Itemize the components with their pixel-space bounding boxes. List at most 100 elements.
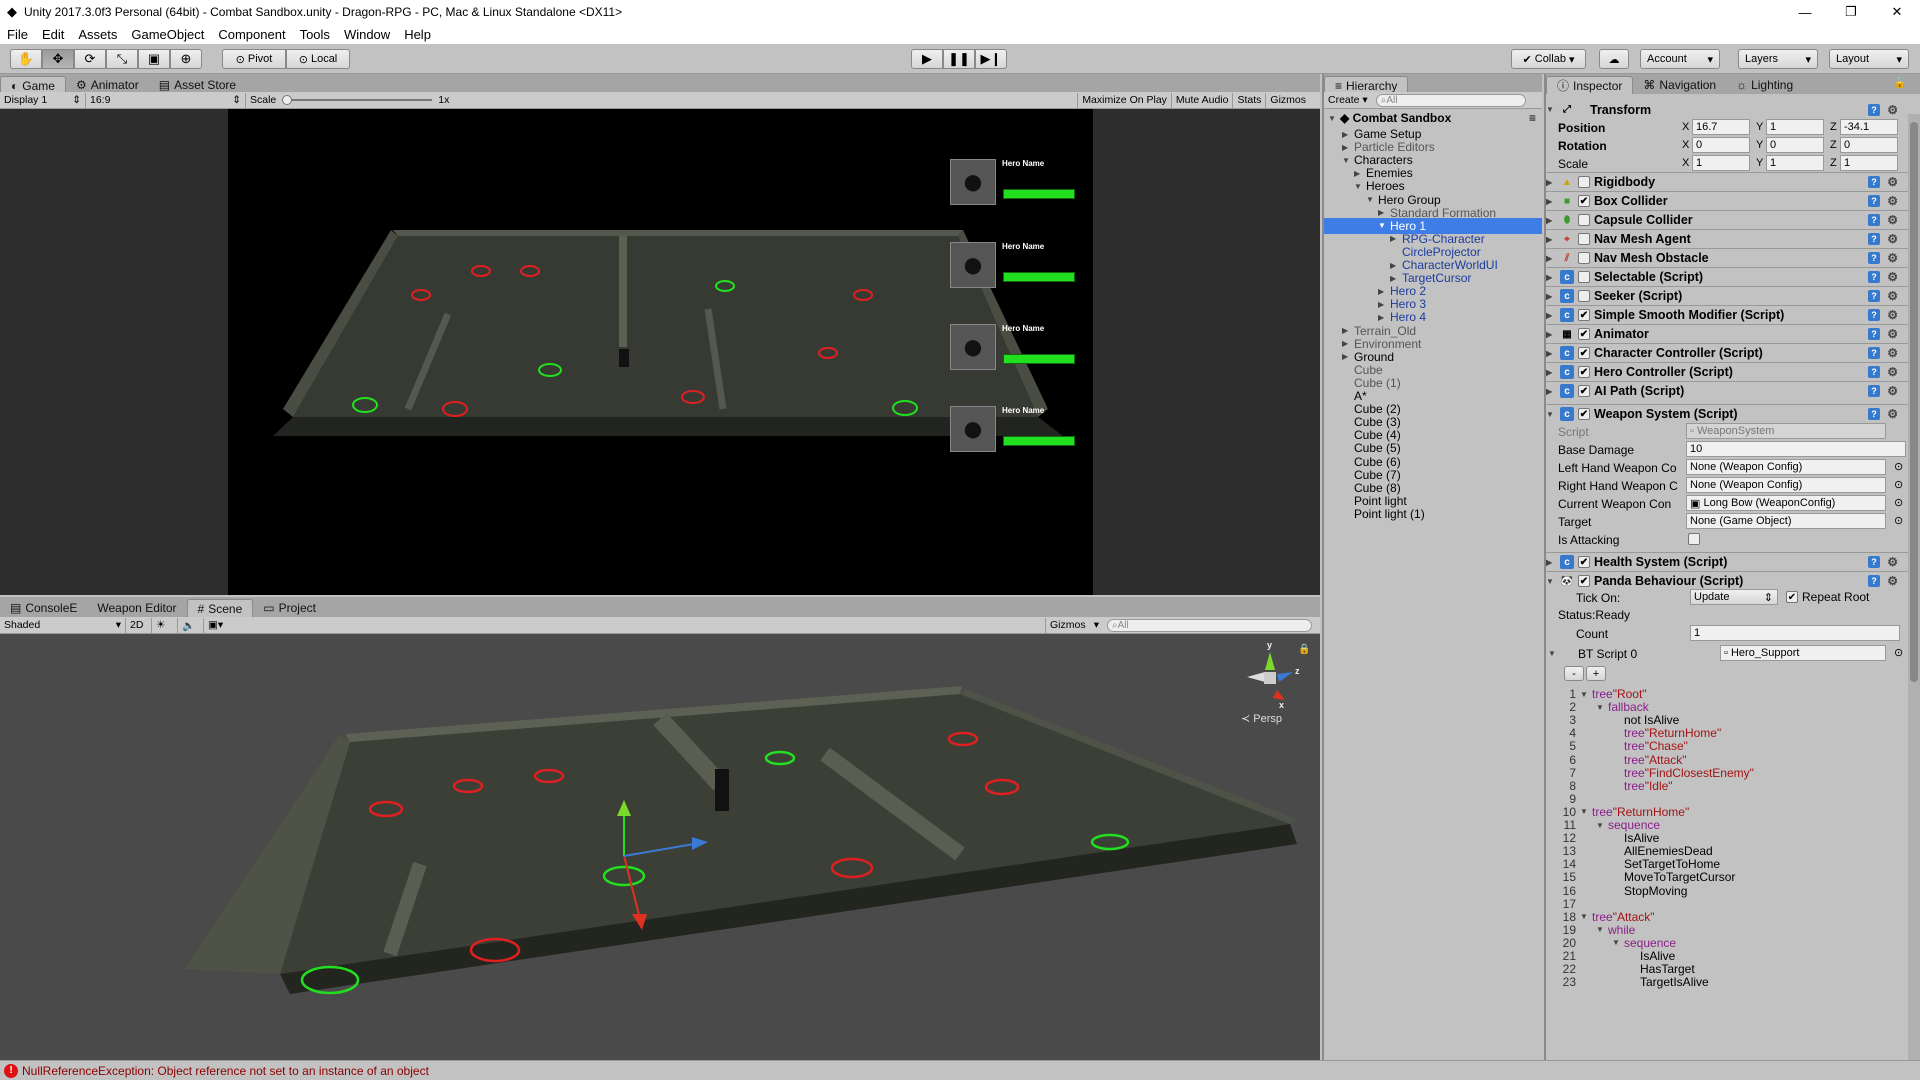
create-dropdown[interactable]: Create ▾ [1324,93,1372,108]
transform-tool-icon[interactable]: ⊕ [170,49,202,69]
expand-arrow-icon[interactable]: ▶ [1378,208,1390,217]
component-enabled-checkbox[interactable]: ✔ [1578,328,1590,340]
expand-arrow-icon[interactable]: ▶ [1546,235,1558,244]
help-icon[interactable]: ? [1868,214,1880,226]
close-button[interactable]: ✕ [1874,0,1920,24]
gear-icon[interactable]: ⚙ [1887,213,1898,227]
gear-icon[interactable]: ⚙ [1887,251,1898,265]
lock-icon[interactable]: 🔒 [1298,644,1310,655]
hero-portrait-card[interactable]: ● Hero Name [950,159,1075,205]
help-icon[interactable]: ? [1868,252,1880,264]
scene-orientation-gizmo[interactable]: y z x ≺ Persp [1235,640,1305,725]
tab-navigation[interactable]: ⌘ Navigation [1633,76,1726,94]
expand-arrow-icon[interactable]: ▶ [1546,349,1558,358]
gear-icon[interactable]: ⚙ [1887,194,1898,208]
rotate-tool-icon[interactable]: ⟳ [74,49,106,69]
inspector-scrollbar[interactable] [1908,114,1920,1060]
tab-project[interactable]: ▭ Project [253,599,326,617]
menu-component[interactable]: Component [211,27,292,42]
mute-audio-button[interactable]: Mute Audio [1170,92,1233,108]
display-dropdown[interactable]: Display 1 ⇕ [0,93,85,108]
gear-icon[interactable]: ⚙ [1887,289,1898,303]
fold-arrow-icon[interactable]: ▼ [1596,703,1608,712]
is-attacking-checkbox[interactable] [1688,533,1700,545]
expand-arrow-icon[interactable]: ▶ [1342,130,1354,139]
aspect-dropdown[interactable]: 16:9 ⇕ [85,92,245,108]
expand-arrow-icon[interactable]: ▶ [1390,234,1402,243]
tab-lighting[interactable]: ☼ Lighting [1726,76,1803,94]
help-icon[interactable]: ? [1868,385,1880,397]
menu-file[interactable]: File [0,27,35,42]
expand-arrow-icon[interactable]: ▼ [1548,649,1560,658]
fold-arrow-icon[interactable]: ▼ [1580,690,1592,699]
component-enabled-checkbox[interactable]: ✔ [1578,385,1590,397]
component-header[interactable]: ▶ ⌖ Nav Mesh Agent? ⚙ [1546,229,1908,248]
help-icon[interactable]: ? [1868,575,1880,587]
component-enabled-checkbox[interactable]: ✔ [1578,556,1590,568]
component-header[interactable]: ▶ ⬮ Capsule Collider? ⚙ [1546,210,1908,229]
slider-thumb[interactable] [282,95,293,105]
expand-arrow-icon[interactable]: ▶ [1546,273,1558,282]
expand-arrow-icon[interactable]: ▶ [1354,169,1366,178]
audio-toggle-icon[interactable]: 🔈 [177,617,203,633]
status-bar[interactable]: ! NullReferenceException: Object referen… [0,1060,1920,1080]
local-button[interactable]: ⊙ Local [286,49,350,69]
component-enabled-checkbox[interactable] [1578,252,1590,264]
weapon-system-header[interactable]: ▼ c ✔ Weapon System (Script) ? ⚙ [1546,404,1908,423]
scene-root[interactable]: ▼ ◆ Combat Sandbox ≡ [1328,110,1542,126]
hierarchy-item[interactable]: Point light (1) [1324,506,1542,522]
component-header[interactable]: ▶ ■ ✔ Box Collider? ⚙ [1546,191,1908,210]
fold-arrow-icon[interactable]: ▼ [1580,912,1592,921]
component-header[interactable]: ▶ c ✔ Character Controller (Script)? ⚙ [1546,343,1908,362]
count-field[interactable]: 1 [1690,625,1900,641]
expand-arrow-icon[interactable]: ▼ [1342,156,1354,165]
layout-dropdown[interactable]: Layout ▾ [1829,49,1909,69]
scene-view[interactable]: y z x ≺ Persp 🔒 [0,634,1320,1060]
transform-component-header[interactable]: ▼ ⤢ Transform ? ⚙ [1546,100,1908,119]
component-enabled-checkbox[interactable]: ✔ [1578,195,1590,207]
scene-gizmos-dropdown[interactable]: Gizmos ▾ [1045,617,1103,633]
expand-arrow-icon[interactable]: ▼ [1546,410,1558,419]
scale-x-field[interactable]: 1 [1692,155,1750,171]
component-enabled-checkbox[interactable] [1578,271,1590,283]
expand-arrow-icon[interactable]: ▼ [1546,577,1558,586]
help-icon[interactable]: ? [1868,309,1880,321]
game-render[interactable]: ● Hero Name ● Hero Name ● Hero Name ● He… [228,109,1093,595]
menu-gameobject[interactable]: GameObject [124,27,211,42]
tick-on-dropdown[interactable]: Update ⇕ [1690,589,1778,605]
position-z-field[interactable]: -34.1 [1840,119,1898,135]
help-icon[interactable]: ? [1868,328,1880,340]
pivot-button[interactable]: ⊙ Pivot [222,49,286,69]
gear-icon[interactable]: ⚙ [1887,270,1898,284]
component-enabled-checkbox[interactable] [1578,176,1590,188]
add-script-button[interactable]: + [1586,666,1606,681]
component-enabled-checkbox[interactable] [1578,290,1590,302]
stats-button[interactable]: Stats [1232,92,1265,108]
expand-arrow-icon[interactable]: ▶ [1342,143,1354,152]
component-enabled-checkbox[interactable]: ✔ [1578,408,1590,420]
menu-help[interactable]: Help [397,27,438,42]
menu-edit[interactable]: Edit [35,27,71,42]
gizmos-button[interactable]: Gizmos [1265,92,1320,108]
minimize-button[interactable]: — [1782,0,1828,24]
gear-icon[interactable]: ⚙ [1887,384,1898,398]
scale-z-field[interactable]: 1 [1840,155,1898,171]
play-icon[interactable]: ▶ [911,49,943,69]
remove-script-button[interactable]: - [1564,666,1584,681]
scale-y-field[interactable]: 1 [1766,155,1824,171]
expand-arrow-icon[interactable]: ▶ [1546,216,1558,225]
game-view[interactable]: ● Hero Name ● Hero Name ● Hero Name ● He… [0,109,1320,595]
gear-icon[interactable]: ⚙ [1887,346,1898,360]
gear-icon[interactable]: ⚙ [1887,103,1898,117]
object-picker-icon[interactable]: ⊙ [1894,514,1903,527]
expand-arrow-icon[interactable]: ▶ [1390,261,1402,270]
gear-icon[interactable]: ⚙ [1887,407,1898,421]
hero-portrait-card[interactable]: ● Hero Name [950,324,1075,370]
fold-arrow-icon[interactable]: ▼ [1596,925,1608,934]
fold-arrow-icon[interactable]: ▼ [1580,807,1592,816]
health-system-header[interactable]: ▶ c ✔ Health System (Script) ? ⚙ [1546,552,1908,571]
move-tool-icon[interactable]: ✥ [42,49,74,69]
component-header[interactable]: ▶ ⫽ Nav Mesh Obstacle? ⚙ [1546,248,1908,267]
help-icon[interactable]: ? [1868,195,1880,207]
collab-button[interactable]: ✔ Collab ▾ [1511,49,1586,69]
